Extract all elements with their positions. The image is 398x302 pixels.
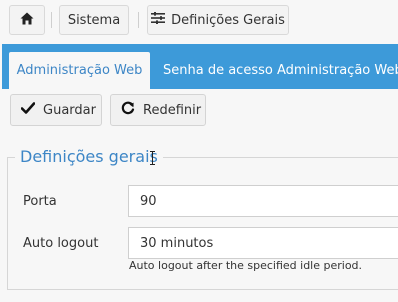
text-cursor-icon bbox=[150, 150, 155, 165]
tab-bar: Administração Web Senha de acesso Admini… bbox=[2, 44, 398, 89]
sliders-icon bbox=[151, 12, 166, 28]
save-button-label: Guardar bbox=[43, 102, 96, 118]
home-button[interactable] bbox=[9, 5, 45, 35]
save-button[interactable]: Guardar bbox=[10, 94, 102, 126]
tab-administracao-web[interactable]: Administração Web bbox=[9, 52, 150, 89]
checkmark-icon bbox=[20, 102, 36, 118]
breadcrumb-sistema[interactable]: Sistema bbox=[59, 5, 129, 35]
port-label: Porta bbox=[23, 194, 57, 209]
breadcrumb-definicoes-label: Definições Gerais bbox=[171, 12, 285, 28]
reset-button[interactable]: Redefinir bbox=[110, 94, 206, 126]
port-value: 90 bbox=[140, 193, 157, 209]
auto-logout-value: 30 minutos bbox=[140, 235, 214, 251]
tab-label: Administração Web bbox=[16, 63, 143, 78]
breadcrumb-definicoes-gerais[interactable]: Definições Gerais bbox=[147, 5, 289, 35]
reset-button-label: Redefinir bbox=[143, 102, 202, 118]
breadcrumb-sistema-label: Sistema bbox=[67, 12, 121, 28]
top-navigation: Sistema Definições Gerais bbox=[0, 0, 398, 44]
breadcrumb-separator bbox=[138, 12, 139, 28]
auto-logout-help-text: Auto logout after the specified idle per… bbox=[129, 259, 363, 272]
port-input[interactable]: 90 bbox=[128, 185, 398, 217]
refresh-icon bbox=[121, 101, 135, 119]
breadcrumb-separator bbox=[51, 12, 52, 28]
section-title: Definições gerais bbox=[15, 147, 163, 166]
tab-label: Senha de acesso Administração Web bbox=[163, 63, 398, 78]
auto-logout-label: Auto logout bbox=[23, 236, 99, 251]
tab-senha-acesso[interactable]: Senha de acesso Administração Web bbox=[163, 52, 398, 89]
auto-logout-select[interactable]: 30 minutos bbox=[128, 227, 398, 259]
home-icon bbox=[20, 12, 34, 29]
